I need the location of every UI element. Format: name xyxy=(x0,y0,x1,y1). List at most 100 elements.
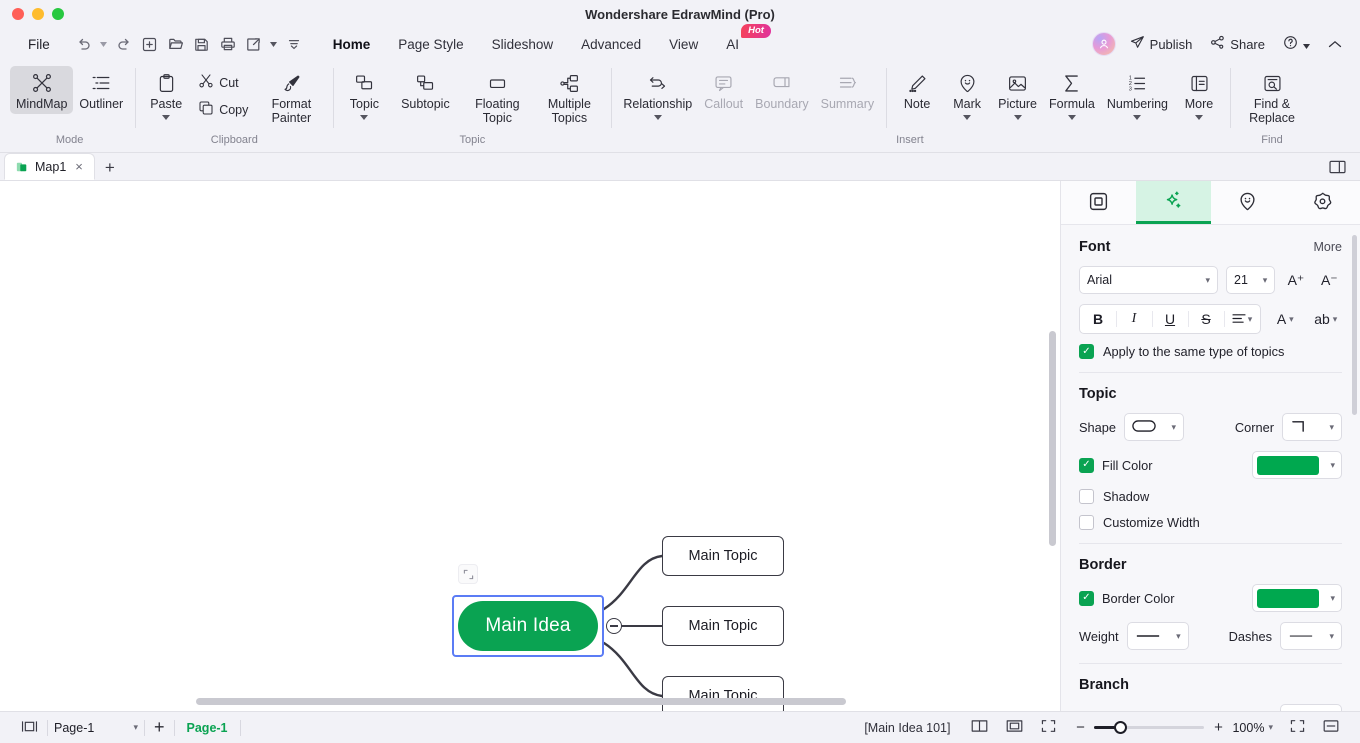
close-window-button[interactable] xyxy=(12,8,24,20)
canvas-surface[interactable]: Main Idea Main Topic Main Topic Main Top… xyxy=(0,181,1060,711)
panel-toggle-button[interactable] xyxy=(1329,160,1360,180)
italic-button[interactable]: I xyxy=(1116,305,1152,333)
fill-color-checkbox[interactable] xyxy=(1079,457,1094,473)
picture-dropdown-caret[interactable] xyxy=(1013,114,1022,121)
fill-color-picker[interactable]: ▾ xyxy=(1252,451,1342,479)
topic-button[interactable]: Topic xyxy=(339,66,389,123)
export-icon[interactable] xyxy=(242,32,266,56)
save-icon[interactable] xyxy=(190,32,214,56)
mindmap-button[interactable]: MindMap xyxy=(10,66,74,114)
topic-node[interactable]: Main Topic xyxy=(662,536,784,576)
mark-dropdown-caret[interactable] xyxy=(963,114,972,121)
resize-handle-icon[interactable] xyxy=(458,564,478,584)
numbering-dropdown-caret[interactable] xyxy=(1133,114,1142,121)
copy-button[interactable]: Copy xyxy=(191,97,255,122)
fit-page-button[interactable] xyxy=(997,717,1032,739)
multiple-topics-button[interactable]: Multiple Topics xyxy=(533,66,605,127)
mark-button[interactable]: Mark xyxy=(942,66,992,123)
split-view-button[interactable] xyxy=(1314,717,1348,739)
text-align-button[interactable]: ▾ xyxy=(1224,305,1260,333)
more-dropdown-caret[interactable] xyxy=(1195,114,1203,121)
topic-node[interactable]: Main Topic xyxy=(662,606,784,646)
floating-topic-button[interactable]: Floating Topic xyxy=(461,66,533,127)
open-icon[interactable] xyxy=(164,32,188,56)
text-color-button[interactable]: A ▾ xyxy=(1269,306,1302,332)
vertical-scrollbar[interactable] xyxy=(1049,331,1056,546)
menu-tab-slideshow[interactable]: Slideshow xyxy=(479,33,567,56)
zoom-slider-knob[interactable] xyxy=(1114,721,1128,734)
apply-same-type-checkbox[interactable] xyxy=(1079,344,1094,359)
topic-node[interactable]: Main Topic xyxy=(662,676,784,711)
panel-scrollbar[interactable] xyxy=(1352,235,1357,415)
border-color-checkbox[interactable] xyxy=(1079,590,1094,606)
panel-tab-theme[interactable] xyxy=(1285,181,1360,224)
new-icon[interactable] xyxy=(138,32,162,56)
minimize-window-button[interactable] xyxy=(32,8,44,20)
help-button[interactable] xyxy=(1279,32,1314,56)
two-page-view-button[interactable] xyxy=(962,717,997,739)
zoom-level-select[interactable]: 100% ▾ xyxy=(1232,721,1273,735)
format-painter-button[interactable]: Format Painter xyxy=(255,66,327,127)
zoom-slider[interactable] xyxy=(1094,721,1205,734)
shadow-row[interactable]: Shadow xyxy=(1079,489,1342,504)
fullscreen-button[interactable] xyxy=(1032,717,1065,739)
undo-dropdown-caret[interactable] xyxy=(98,33,110,55)
paste-button[interactable]: Paste xyxy=(141,66,191,123)
collapse-branch-button[interactable] xyxy=(606,618,622,634)
strikethrough-button[interactable]: S xyxy=(1188,305,1224,333)
corner-select[interactable]: ▾ xyxy=(1282,413,1342,441)
menu-tab-ai[interactable]: AI Hot xyxy=(713,23,771,56)
collapse-ribbon-button[interactable] xyxy=(1324,34,1346,55)
panel-tab-icons[interactable] xyxy=(1211,181,1286,224)
subtopic-button[interactable]: Subtopic xyxy=(389,66,461,114)
presentation-button[interactable] xyxy=(1281,717,1314,739)
border-weight-select[interactable]: ▾ xyxy=(1126,622,1189,650)
menu-item-file[interactable]: File xyxy=(18,34,60,55)
share-button[interactable]: Share xyxy=(1206,32,1269,56)
customize-width-checkbox[interactable] xyxy=(1079,515,1094,530)
more-button[interactable]: More xyxy=(1174,66,1224,123)
menu-tab-advanced[interactable]: Advanced xyxy=(568,33,654,56)
print-icon[interactable] xyxy=(216,32,240,56)
menu-tab-page-style[interactable]: Page Style xyxy=(385,33,476,56)
shadow-checkbox[interactable] xyxy=(1079,489,1094,504)
font-size-select[interactable]: 21 ▾ xyxy=(1226,266,1276,294)
panel-tab-style[interactable] xyxy=(1135,181,1211,224)
cut-button[interactable]: Cut xyxy=(191,70,255,95)
font-more-link[interactable]: More xyxy=(1314,240,1342,254)
decrease-font-size-button[interactable]: A⁻ xyxy=(1317,267,1342,293)
document-tab-map1[interactable]: Map1 × xyxy=(4,153,95,180)
close-icon[interactable]: × xyxy=(73,159,85,174)
find-replace-button[interactable]: Find & Replace xyxy=(1236,66,1308,127)
paste-dropdown-caret[interactable] xyxy=(162,114,171,121)
mindmap-canvas[interactable]: Main Idea Main Topic Main Topic Main Top… xyxy=(0,181,1060,711)
customize-width-row[interactable]: Customize Width xyxy=(1079,515,1342,530)
horizontal-scrollbar[interactable] xyxy=(196,698,846,705)
underline-button[interactable]: U xyxy=(1152,305,1188,333)
shape-select[interactable]: ▾ xyxy=(1124,413,1185,441)
note-button[interactable]: Note xyxy=(892,66,942,114)
font-family-select[interactable]: Arial ▾ xyxy=(1079,266,1219,294)
text-case-button[interactable]: ab ▾ xyxy=(1310,306,1343,332)
customize-qat-icon[interactable] xyxy=(282,32,306,56)
page-select[interactable]: Page-1 ▾ xyxy=(48,717,144,739)
new-document-tab-button[interactable]: + xyxy=(95,158,125,180)
publish-button[interactable]: Publish xyxy=(1126,32,1197,56)
maximize-window-button[interactable] xyxy=(52,8,64,20)
border-color-picker[interactable]: ▾ xyxy=(1252,584,1342,612)
redo-icon[interactable] xyxy=(112,32,136,56)
increase-font-size-button[interactable]: A⁺ xyxy=(1283,267,1308,293)
bold-button[interactable]: B xyxy=(1080,305,1116,333)
border-dashes-select[interactable]: ▾ xyxy=(1280,622,1342,650)
numbering-button[interactable]: 123 Numbering xyxy=(1101,66,1174,123)
picture-button[interactable]: Picture xyxy=(992,66,1043,123)
undo-icon[interactable] xyxy=(72,32,96,56)
menu-tab-view[interactable]: View xyxy=(656,33,711,56)
menu-tab-home[interactable]: Home xyxy=(320,33,384,56)
page-view-button[interactable] xyxy=(12,717,47,739)
relationship-button[interactable]: Relationship xyxy=(617,66,698,123)
root-topic-node[interactable]: Main Idea xyxy=(452,595,604,657)
add-page-button[interactable]: + xyxy=(145,717,174,739)
panel-tab-page[interactable] xyxy=(1061,181,1136,224)
zoom-in-button[interactable]: + xyxy=(1211,719,1225,736)
